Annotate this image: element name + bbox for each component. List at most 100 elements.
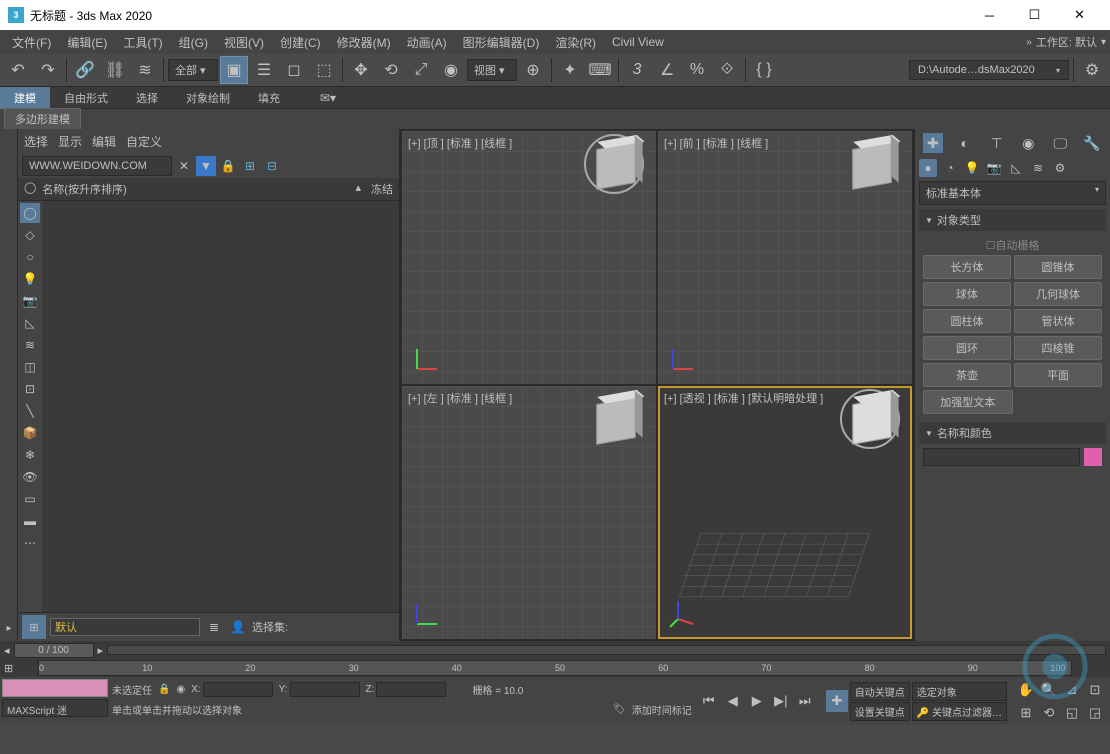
pivot-center-button[interactable]: ⊕ (519, 56, 547, 84)
prev-frame-button[interactable]: ◀ (722, 690, 744, 712)
next-frame-button[interactable]: ▶| (770, 690, 792, 712)
filter-xref-icon[interactable]: ⊡ (20, 379, 40, 399)
create-tab-icon[interactable]: ✚ (923, 133, 943, 153)
ref-coord-dropdown[interactable]: 视图 ▾ (467, 59, 517, 81)
pyramid-button[interactable]: 四棱锥 (1014, 336, 1102, 360)
lights-icon[interactable]: 💡 (963, 159, 981, 177)
filter-container-icon[interactable]: 📦 (20, 423, 40, 443)
motion-tab-icon[interactable]: ◉ (1018, 133, 1038, 153)
workspace-dropdown-icon[interactable]: ▾ (1101, 37, 1106, 48)
systems-icon[interactable]: ⚙ (1051, 159, 1069, 177)
filter-bone-icon[interactable]: ╲ (20, 401, 40, 421)
move-button[interactable]: ✥ (347, 56, 375, 84)
geosphere-button[interactable]: 几何球体 (1014, 282, 1102, 306)
viewport-top-label[interactable]: [+] [顶 ] [标准 ] [线框 ] (408, 135, 512, 151)
placement-button[interactable]: ◉ (437, 56, 465, 84)
menu-create[interactable]: 创建(C) (272, 34, 329, 51)
zoom-extents-button[interactable]: ⊡ (1084, 679, 1106, 701)
viewport-nav-button[interactable]: ◲ (1084, 702, 1106, 724)
torus-button[interactable]: 圆环 (923, 336, 1011, 360)
manipulate-button[interactable]: ✦ (556, 56, 584, 84)
close-button[interactable]: ✕ (1057, 0, 1102, 30)
menu-animation[interactable]: 动画(A) (399, 34, 455, 51)
filter-helpers-icon[interactable]: ◺ (20, 313, 40, 333)
zoom-button[interactable]: 🔍 (1038, 679, 1060, 701)
scale-button[interactable]: ⤢ (407, 56, 435, 84)
link-button[interactable]: 🔗 (71, 56, 99, 84)
minimize-button[interactable]: ─ (967, 0, 1012, 30)
rotate-button[interactable]: ⟲ (377, 56, 405, 84)
viewport-left-label[interactable]: [+] [左 ] [标准 ] [线框 ] (408, 390, 512, 406)
viewport-front-label[interactable]: [+] [前 ] [标准 ] [线框 ] (664, 135, 768, 151)
edit-named-sets-button[interactable]: { } (750, 56, 778, 84)
filter-frozen-icon[interactable]: ❄ (20, 445, 40, 465)
percent-snap-button[interactable]: % (683, 56, 711, 84)
viewport-persp-label[interactable]: [+] [透视 ] [标准 ] [默认明暗处理 ] (664, 390, 823, 406)
circle-icon[interactable]: ◯ (24, 181, 36, 197)
layer-input[interactable] (50, 618, 200, 636)
column-name[interactable]: 名称(按升序排序) (42, 181, 355, 197)
angle-snap-button[interactable]: ∠ (653, 56, 681, 84)
tube-button[interactable]: 管状体 (1014, 309, 1102, 333)
play-button[interactable]: ▶ (746, 690, 768, 712)
filter-all-icon[interactable]: ◯ (20, 203, 40, 223)
search-input[interactable] (22, 156, 172, 176)
status-color-swatch[interactable] (2, 679, 108, 697)
maximize-button[interactable]: ☐ (1012, 0, 1057, 30)
menu-view[interactable]: 视图(V) (216, 34, 272, 51)
ribbon-mail-icon[interactable]: ✉▾ (314, 84, 342, 112)
modify-tab-icon[interactable]: ◐ (955, 133, 975, 153)
window-crossing-button[interactable]: ⬚ (310, 56, 338, 84)
filter-collapse-icon[interactable]: ▬ (20, 511, 40, 531)
goto-start-button[interactable]: ⏮ (698, 690, 720, 712)
menu-group[interactable]: 组(G) (171, 34, 216, 51)
utilities-tab-icon[interactable]: 🔧 (1082, 133, 1102, 153)
viewport-front[interactable]: [+] [前 ] [标准 ] [线框 ] (658, 131, 912, 384)
sphere-button[interactable]: 球体 (923, 282, 1011, 306)
select-object-button[interactable]: ▣ (220, 56, 248, 84)
project-path-dropdown[interactable]: D:\Autode…dsMax2020▾ (909, 60, 1069, 80)
se-menu-custom[interactable]: 自定义 (126, 133, 162, 150)
bind-spacewarp-button[interactable]: ≋ (131, 56, 159, 84)
x-input[interactable] (203, 682, 273, 697)
clear-search-icon[interactable]: ✕ (174, 156, 194, 176)
lock-icon[interactable]: 🔒 (218, 156, 238, 176)
box-button[interactable]: 长方体 (923, 255, 1011, 279)
autogrid-checkbox[interactable]: ☐ 自动栅格 (923, 235, 1102, 255)
customize-button[interactable]: ⚙ (1078, 56, 1106, 84)
menu-rendering[interactable]: 渲染(R) (547, 34, 604, 51)
tab-freeform[interactable]: 自由形式 (50, 87, 122, 109)
subtab-polymodel[interactable]: 多边形建模 (4, 108, 81, 130)
workspace-arrows-icon[interactable]: » (1026, 37, 1032, 48)
filter-icon[interactable]: ▼ (196, 156, 216, 176)
y-input[interactable] (290, 682, 360, 697)
section-object-type[interactable]: 对象类型 (919, 209, 1106, 231)
setkey-button[interactable]: 设置关键点 (850, 702, 910, 721)
filter-shapes-icon[interactable]: ○ (20, 247, 40, 267)
filter-spacewarps-icon[interactable]: ≋ (20, 335, 40, 355)
viewport-top[interactable]: [+] [顶 ] [标准 ] [线框 ] (402, 131, 656, 384)
autokey-button[interactable]: 自动关键点 (850, 682, 910, 701)
view-mode-icon[interactable]: ⊞ (240, 156, 260, 176)
teapot-button[interactable]: 茶壶 (923, 363, 1011, 387)
cylinder-button[interactable]: 圆柱体 (923, 309, 1011, 333)
menu-file[interactable]: 文件(F) (4, 34, 59, 51)
hierarchy-tab-icon[interactable]: ⊤ (987, 133, 1007, 153)
time-ruler[interactable]: 0 10 20 30 40 50 60 70 80 90 100 (38, 660, 1072, 676)
viewport-layout-icon[interactable]: ⊞ (22, 615, 46, 639)
add-time-tag[interactable]: 添加时间标记 (632, 702, 692, 717)
textplus-button[interactable]: 加强型文本 (923, 390, 1013, 414)
isolate-icon[interactable]: ◉ (176, 684, 185, 695)
geometry-icon[interactable]: ● (919, 159, 937, 177)
se-menu-edit[interactable]: 编辑 (92, 133, 116, 150)
layers-icon[interactable]: ≣ (204, 617, 224, 637)
key-filters-button[interactable]: 🔑 关键点过滤器… (912, 702, 1007, 721)
object-name-input[interactable] (923, 448, 1080, 466)
spinner-snap-button[interactable]: ⟐ (713, 56, 741, 84)
select-by-name-button[interactable]: ☰ (250, 56, 278, 84)
tab-objectpaint[interactable]: 对象绘制 (172, 87, 244, 109)
color-swatch[interactable] (1084, 448, 1102, 466)
filter-more-icon[interactable]: ⋯ (20, 533, 40, 553)
timeline-config-icon[interactable]: ⊞ (4, 662, 13, 675)
menu-edit[interactable]: 编辑(E) (59, 34, 115, 51)
